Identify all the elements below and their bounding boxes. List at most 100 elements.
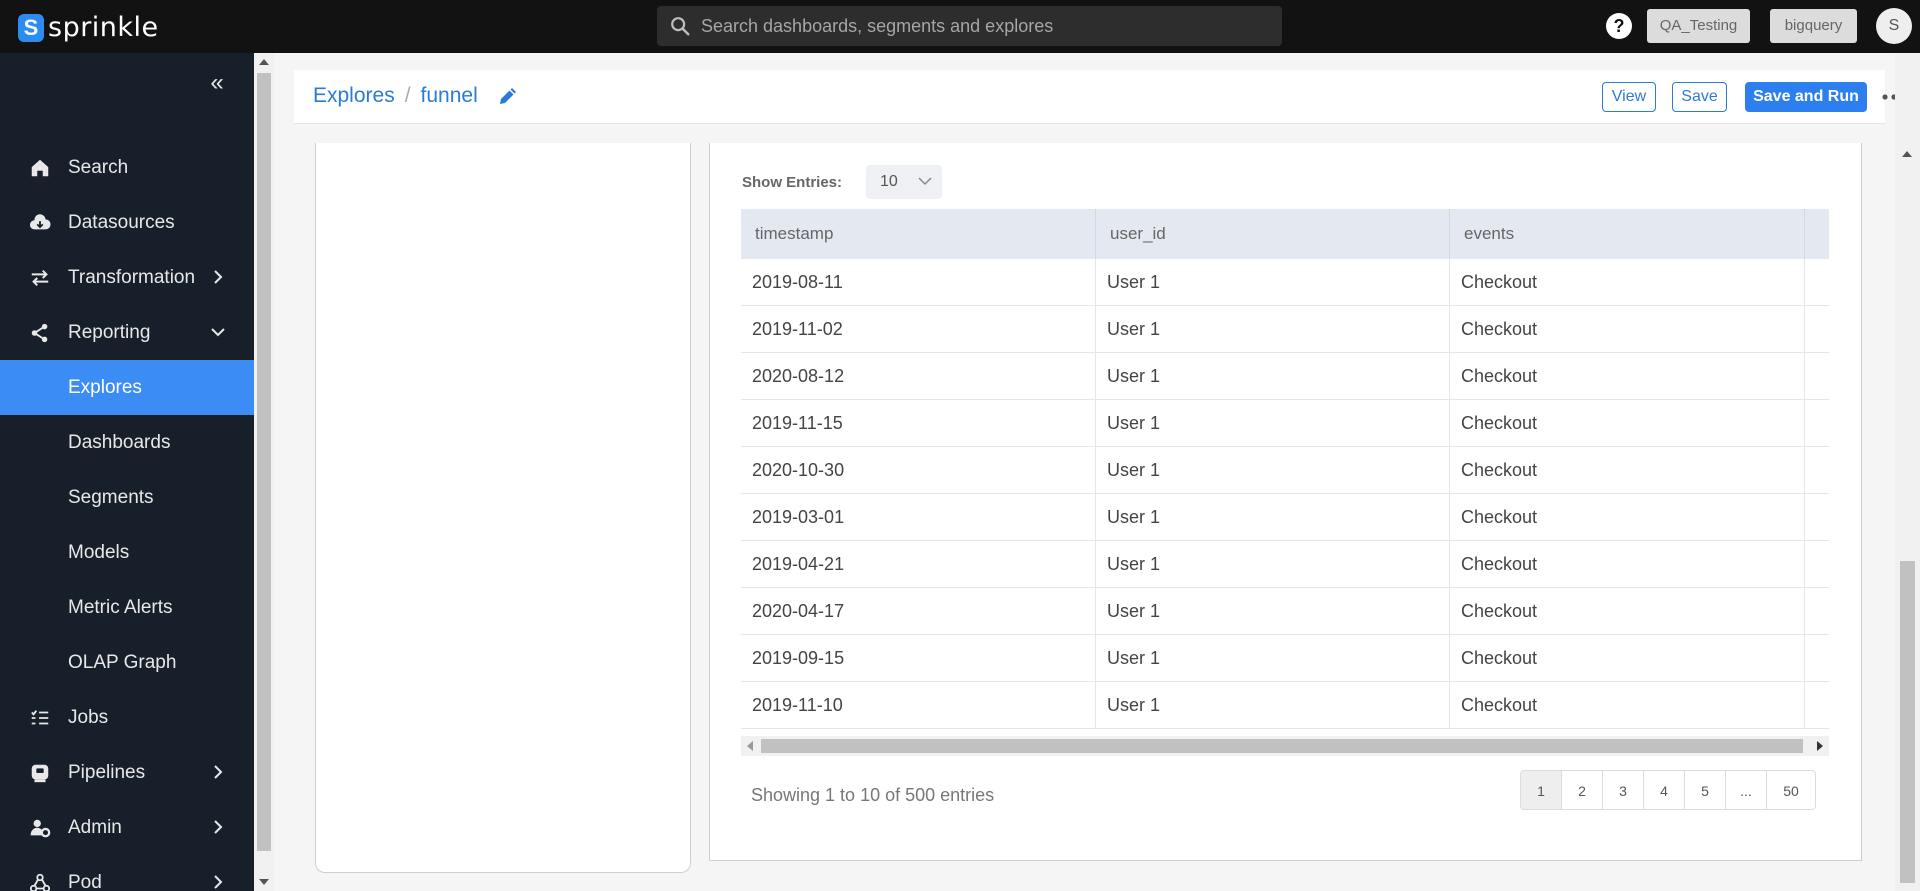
sidebar-scrollbar[interactable] <box>254 53 274 891</box>
sprinkle-logo[interactable]: S sprinkle <box>18 12 159 43</box>
logo-text: sprinkle <box>48 12 159 43</box>
sidebar-item-pipelines[interactable]: Pipelines <box>0 745 254 800</box>
column-header-user-id[interactable]: user_id <box>1096 209 1450 259</box>
table-cell <box>1805 306 1829 353</box>
sidebar-item-label: Reporting <box>68 321 151 343</box>
table-row: 2020-10-30 User 1 Checkout <box>741 447 1829 494</box>
scroll-up-arrow-icon[interactable] <box>1902 151 1912 157</box>
sidebar-item-transformation[interactable]: Transformation <box>0 250 254 305</box>
table-cell <box>1805 494 1829 541</box>
share-nodes-icon <box>28 321 52 345</box>
table-row: 2019-08-11 User 1 Checkout <box>741 259 1829 306</box>
sidebar-item-label: Models <box>68 541 130 563</box>
table-cell: Checkout <box>1450 635 1805 682</box>
logo-mark-icon: S <box>18 13 44 42</box>
global-search[interactable]: Search dashboards, segments and explores <box>657 6 1282 46</box>
sidebar-item-label: Jobs <box>68 706 109 728</box>
user-avatar[interactable]: S <box>1876 8 1912 44</box>
sidebar-item-label: Datasources <box>68 211 175 233</box>
table-cell: 2019-03-01 <box>741 494 1096 541</box>
table-cell: Checkout <box>1450 588 1805 635</box>
table-cell: User 1 <box>1096 400 1450 447</box>
breadcrumb: Explores / funnel <box>313 84 520 108</box>
sidebar-item-olap-graph[interactable]: OLAP Graph <box>0 635 254 690</box>
search-input[interactable]: Search dashboards, segments and explores <box>701 16 1053 37</box>
sidebar-item-pod[interactable]: Pod <box>0 855 254 891</box>
breadcrumb-current[interactable]: funnel <box>421 84 478 108</box>
environment-selector[interactable]: QA_Testing <box>1647 9 1750 43</box>
table-cell: User 1 <box>1096 541 1450 588</box>
sidebar-item-label: OLAP Graph <box>68 651 177 673</box>
sidebar-item-reporting[interactable]: Reporting <box>0 305 254 360</box>
table-row: 2020-04-17 User 1 Checkout <box>741 588 1829 635</box>
table-row: 2020-08-12 User 1 Checkout <box>741 353 1829 400</box>
table-cell: 2019-09-15 <box>741 635 1096 682</box>
breadcrumb-explores-link[interactable]: Explores <box>313 84 395 108</box>
sidebar-item-search[interactable]: Search <box>0 140 254 195</box>
collapse-sidebar-icon[interactable]: « <box>205 71 229 95</box>
sidebar-item-segments[interactable]: Segments <box>0 470 254 525</box>
table-cell <box>1805 588 1829 635</box>
scroll-left-arrow-icon[interactable] <box>747 741 753 751</box>
pod-nodes-icon <box>28 871 52 891</box>
results-table: timestamp user_id events 2019-08-11 User… <box>741 209 1829 741</box>
sidebar-item-dashboards[interactable]: Dashboards <box>0 415 254 470</box>
sidebar-item-label: Admin <box>68 816 122 838</box>
sidebar-item-label: Explores <box>68 376 142 398</box>
horizontal-scroll-thumb[interactable] <box>761 739 1803 753</box>
table-cell: 2019-04-21 <box>741 541 1096 588</box>
table-cell: 2019-11-02 <box>741 306 1096 353</box>
page-button-1[interactable]: 1 <box>1521 771 1562 809</box>
results-panel: Show Entries: 10 timestamp user_id event… <box>709 143 1862 861</box>
view-button[interactable]: View <box>1602 82 1656 112</box>
page-button-2[interactable]: 2 <box>1562 771 1603 809</box>
page-button-3[interactable]: 3 <box>1603 771 1644 809</box>
sidebar: « Search Datasources Transformation Repo… <box>0 53 254 891</box>
table-cell: Checkout <box>1450 682 1805 729</box>
page-button-4[interactable]: 4 <box>1644 771 1685 809</box>
page-button-5[interactable]: 5 <box>1685 771 1726 809</box>
arrows-exchange-icon <box>28 266 52 290</box>
table-cell: Checkout <box>1450 306 1805 353</box>
table-cell: Checkout <box>1450 494 1805 541</box>
pipeline-icon <box>28 761 52 785</box>
scroll-up-arrow-icon[interactable] <box>259 59 269 65</box>
pencil-edit-icon[interactable] <box>496 84 520 108</box>
sidebar-item-metric-alerts[interactable]: Metric Alerts <box>0 580 254 635</box>
database-selector[interactable]: bigquery <box>1770 9 1857 43</box>
chevron-right-icon <box>214 820 223 834</box>
show-entries-control: Show Entries: 10 <box>742 165 943 199</box>
main-scrollbar[interactable] <box>1895 53 1920 891</box>
chevron-right-icon <box>214 270 223 284</box>
entries-per-page-select[interactable]: 10 <box>866 165 943 199</box>
table-row: 2019-11-15 User 1 Checkout <box>741 400 1829 447</box>
table-cell: User 1 <box>1096 306 1450 353</box>
table-cell <box>1805 635 1829 682</box>
page-button-50[interactable]: 50 <box>1767 771 1815 809</box>
table-cell: Checkout <box>1450 353 1805 400</box>
sidebar-item-jobs[interactable]: Jobs <box>0 690 254 745</box>
table-horizontal-scrollbar[interactable] <box>741 736 1829 756</box>
table-cell: User 1 <box>1096 494 1450 541</box>
table-cell <box>1805 353 1829 400</box>
scroll-down-arrow-icon[interactable] <box>259 879 269 885</box>
field-selection-panel <box>315 143 691 873</box>
save-and-run-button[interactable]: Save and Run <box>1745 82 1867 112</box>
table-cell: User 1 <box>1096 635 1450 682</box>
scroll-right-arrow-icon[interactable] <box>1817 741 1823 751</box>
sidebar-item-models[interactable]: Models <box>0 525 254 580</box>
table-header: timestamp user_id events <box>741 209 1829 259</box>
sidebar-item-explores[interactable]: Explores <box>0 360 254 415</box>
chevron-down-icon <box>211 328 225 337</box>
sidebar-item-datasources[interactable]: Datasources <box>0 195 254 250</box>
sidebar-item-admin[interactable]: Admin <box>0 800 254 855</box>
table-cell: 2019-08-11 <box>741 259 1096 306</box>
breadcrumb-separator: / <box>404 84 411 107</box>
help-icon[interactable]: ? <box>1606 13 1632 39</box>
column-header-timestamp[interactable]: timestamp <box>741 209 1096 259</box>
main-scroll-thumb[interactable] <box>1900 561 1915 883</box>
column-header-events[interactable]: events <box>1450 209 1805 259</box>
save-button[interactable]: Save <box>1672 82 1727 112</box>
list-check-icon <box>28 706 52 730</box>
sidebar-scroll-thumb[interactable] <box>257 73 271 851</box>
